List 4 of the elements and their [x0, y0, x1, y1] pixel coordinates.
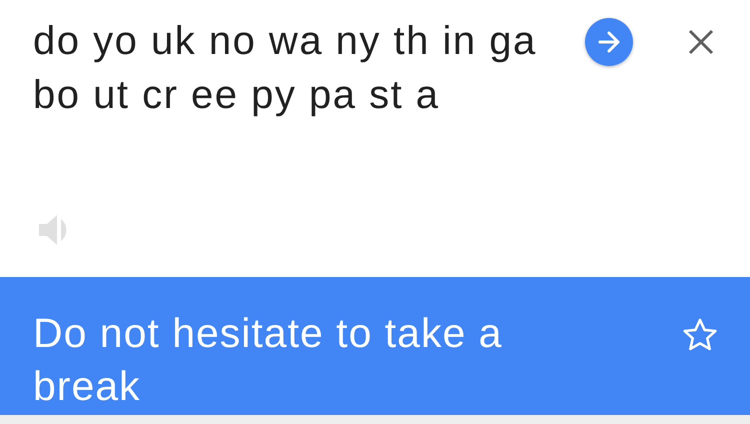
- translate-button[interactable]: [585, 18, 633, 66]
- input-text: do yo uk no wa ny th in ga bo ut cr ee py pa st a: [33, 18, 538, 119]
- close-icon: [688, 29, 714, 55]
- translation-text: Do not hesitate to take a break: [33, 309, 504, 411]
